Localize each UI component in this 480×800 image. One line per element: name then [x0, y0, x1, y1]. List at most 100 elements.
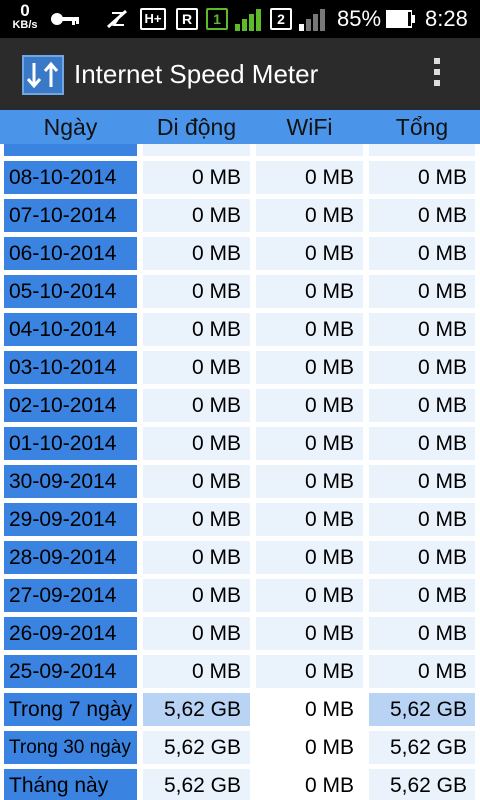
table-row: 25-09-2014 0 MB 0 MB 0 MB: [0, 655, 480, 688]
speed-unit: KB/s: [12, 19, 38, 31]
vibrate-off-icon: [107, 9, 127, 29]
mobile-cell: 0 MB: [143, 237, 250, 270]
mobile-cell: 0 MB: [143, 389, 250, 422]
wifi-cell: 0 MB: [256, 465, 363, 498]
header-date: Ngày: [43, 114, 98, 140]
summary-row: Tháng này 5,62 GB 0 MB 5,62 GB: [0, 769, 480, 800]
wifi-cell: 0 MB: [256, 313, 363, 346]
total-cell: 5,62 GB: [369, 731, 475, 764]
date-cell: 03-10-2014: [4, 351, 137, 384]
date-cell: Tháng này: [4, 769, 137, 800]
date-cell: 06-10-2014: [4, 237, 137, 270]
date-cell: 04-10-2014: [4, 313, 137, 346]
mobile-cell: 0 MB: [143, 617, 250, 650]
date-cell: 27-09-2014: [4, 579, 137, 612]
table-row: 05-10-2014 0 MB 0 MB 0 MB: [0, 275, 480, 308]
date-cell: 08-10-2014: [4, 161, 137, 194]
table-row: 27-09-2014 0 MB 0 MB 0 MB: [0, 579, 480, 612]
mobile-cell: 0 MB: [143, 427, 250, 460]
total-cell: 5,62 GB: [369, 769, 475, 800]
table-row: 01-10-2014 0 MB 0 MB 0 MB: [0, 427, 480, 460]
speed-value: 0: [20, 1, 30, 20]
mobile-cell: 0 MB: [143, 541, 250, 574]
table-header: Ngày Di động WiFi Tổng: [0, 110, 480, 144]
wifi-cell: 0 MB: [256, 503, 363, 536]
total-cell: 0 MB: [369, 161, 475, 194]
date-cell: 28-09-2014: [4, 541, 137, 574]
total-cell: 0 MB: [369, 313, 475, 346]
mobile-cell: 0 MB: [143, 351, 250, 384]
mobile-cell: 0 MB: [143, 655, 250, 688]
date-cell: Trong 30 ngày: [4, 731, 137, 764]
total-cell: 0 MB: [369, 427, 475, 460]
mobile-cell: 0 MB: [143, 161, 250, 194]
status-bar: 0 KB/s H+ R 1 2 85% 8:28: [0, 0, 480, 38]
total-cell: 0 MB: [369, 465, 475, 498]
wifi-cell: 0 MB: [256, 541, 363, 574]
date-cell: 25-09-2014: [4, 655, 137, 688]
battery-icon: [386, 10, 415, 28]
sim1-badge: 1: [206, 8, 228, 30]
mobile-cell: 0 MB: [143, 199, 250, 232]
wifi-cell: 0 MB: [256, 275, 363, 308]
wifi-cell: 0 MB: [256, 389, 363, 422]
battery-percent: 85%: [337, 6, 382, 31]
total-cell: 0 MB: [369, 237, 475, 270]
mobile-cell: 5,62 GB: [143, 693, 250, 726]
mobile-cell: 0 MB: [143, 579, 250, 612]
wifi-cell: 0 MB: [256, 617, 363, 650]
wifi-cell: 0 MB: [256, 237, 363, 270]
wifi-cell: 0 MB: [256, 161, 363, 194]
total-cell: 0 MB: [369, 579, 475, 612]
mobile-cell: 5,62 GB: [143, 769, 250, 800]
total-cell: 0 MB: [369, 655, 475, 688]
total-cell: 5,62 GB: [369, 693, 475, 726]
wifi-cell: 0 MB: [256, 769, 363, 800]
mobile-cell: 0 MB: [143, 503, 250, 536]
total-cell: 0 MB: [369, 389, 475, 422]
sim2-badge: 2: [270, 8, 292, 30]
mobile-cell: 5,62 GB: [143, 731, 250, 764]
summary-row: Trong 7 ngày 5,62 GB 0 MB 5,62 GB: [0, 693, 480, 726]
total-cell: 0 MB: [369, 351, 475, 384]
total-cell: 0 MB: [369, 503, 475, 536]
table-row: 08-10-2014 0 MB 0 MB 0 MB: [0, 161, 480, 194]
mobile-cell: 0 MB: [143, 465, 250, 498]
table-row: 04-10-2014 0 MB 0 MB 0 MB: [0, 313, 480, 346]
total-cell: 0 MB: [369, 275, 475, 308]
speed-indicator: 0 KB/s: [8, 2, 42, 31]
wifi-cell: 0 MB: [256, 655, 363, 688]
clock: 8:28: [425, 6, 468, 31]
app-logo-icon: [22, 55, 64, 95]
usage-table[interactable]: 08-10-2014 0 MB 0 MB 0 MB 07-10-2014 0 MB 0 MB…: [0, 110, 480, 800]
table-row: 30-09-2014 0 MB 0 MB 0 MB: [0, 465, 480, 498]
roaming-badge: R: [176, 8, 198, 30]
overflow-menu-icon[interactable]: [428, 58, 446, 92]
mobile-cell: 0 MB: [143, 275, 250, 308]
date-cell: 05-10-2014: [4, 275, 137, 308]
total-cell: 0 MB: [369, 199, 475, 232]
app-title: Internet Speed Meter: [74, 59, 319, 89]
table-row: 06-10-2014 0 MB 0 MB 0 MB: [0, 237, 480, 270]
total-cell: 0 MB: [369, 617, 475, 650]
wifi-cell: 0 MB: [256, 199, 363, 232]
wifi-cell: 0 MB: [256, 427, 363, 460]
network-type-badge: H+: [140, 8, 166, 30]
key-icon: [51, 13, 79, 25]
table-row: 03-10-2014 0 MB 0 MB 0 MB: [0, 351, 480, 384]
wifi-cell: 0 MB: [256, 351, 363, 384]
mobile-cell: 0 MB: [143, 313, 250, 346]
date-cell: 02-10-2014: [4, 389, 137, 422]
signal-sim1-icon: [235, 9, 261, 31]
wifi-cell: 0 MB: [256, 579, 363, 612]
summary-row: Trong 30 ngày 5,62 GB 0 MB 5,62 GB: [0, 731, 480, 764]
wifi-cell: 0 MB: [256, 731, 363, 764]
action-bar: Internet Speed Meter: [0, 38, 480, 110]
date-cell: 01-10-2014: [4, 427, 137, 460]
date-cell: 30-09-2014: [4, 465, 137, 498]
table-row: 02-10-2014 0 MB 0 MB 0 MB: [0, 389, 480, 422]
header-mobile: Di động: [156, 114, 237, 140]
table-row: 29-09-2014 0 MB 0 MB 0 MB: [0, 503, 480, 536]
header-total: Tổng: [395, 114, 449, 140]
header-wifi: WiFi: [286, 114, 333, 140]
